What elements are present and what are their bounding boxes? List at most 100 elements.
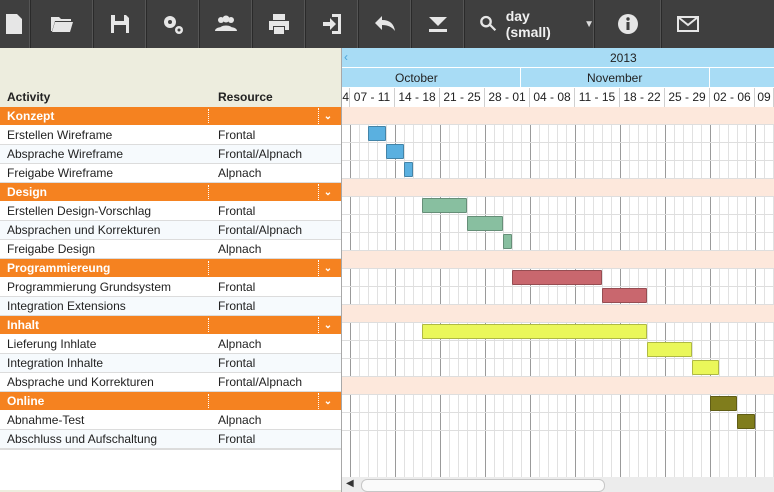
column-header-resource[interactable]: Resource — [218, 90, 273, 104]
group-row[interactable]: Konzept ⌄ — [0, 107, 341, 126]
scroll-left-arrow-icon[interactable]: ◀ — [346, 478, 354, 489]
info-icon — [618, 14, 638, 34]
task-name: Absprachen und Korrekturen — [7, 223, 161, 237]
task-name: Integration Extensions — [7, 299, 126, 313]
task-bar[interactable] — [503, 234, 512, 249]
chevron-down-icon[interactable]: ⌄ — [318, 317, 337, 333]
chevron-down-icon: ▼ — [584, 18, 594, 30]
task-name: Integration Inhalte — [7, 356, 104, 370]
chart-group-row — [342, 305, 774, 323]
task-row[interactable]: Erstellen Design-Vorschlag Frontal — [0, 202, 341, 221]
task-row[interactable]: Absprache Wireframe Frontal/Alpnach — [0, 145, 341, 164]
open-button[interactable] — [31, 0, 94, 48]
column-header-activity[interactable]: Activity — [7, 90, 50, 104]
week-label: 02 - 06 — [710, 88, 755, 107]
task-list: Konzept ⌄ Erstellen Wireframe Frontal Abspra… — [0, 107, 341, 490]
week-label: 4 — [342, 88, 350, 107]
toolbar: day (small) ▼ — [0, 0, 774, 49]
task-bar[interactable] — [602, 288, 647, 303]
gantt-chart: ‹ 2013 October November 4 07 - 11 14 - 18 2… — [342, 48, 774, 477]
task-resource: Alpnach — [218, 242, 262, 256]
undo-button[interactable] — [359, 0, 412, 48]
task-row[interactable]: Abnahme-Test Alpnach — [0, 411, 341, 430]
zoom-dropdown[interactable]: day (small) ▼ — [465, 0, 595, 48]
task-resource: Frontal — [218, 204, 256, 218]
group-name: Inhalt — [7, 318, 39, 332]
task-name: Abschluss und Aufschaltung — [7, 432, 158, 446]
undo-icon — [375, 16, 395, 31]
task-row[interactable]: Erstellen Wireframe Frontal — [0, 126, 341, 145]
group-name: Konzept — [7, 109, 55, 123]
task-row[interactable]: Integration Inhalte Frontal — [0, 354, 341, 373]
task-row[interactable]: Lieferung Inhlate Alpnach — [0, 335, 341, 354]
task-row[interactable]: Absprache und Korrekturen Frontal/Alpnach — [0, 373, 341, 392]
mail-button[interactable] — [662, 0, 714, 48]
task-row[interactable]: Programmierung Grundsystem Frontal — [0, 278, 341, 297]
week-label: 09 — [755, 88, 774, 107]
task-bar[interactable] — [647, 342, 692, 357]
month-label: November — [587, 71, 643, 85]
year-label: 2013 — [610, 51, 637, 65]
group-row[interactable]: Inhalt ⌄ — [0, 316, 341, 335]
empty-area — [0, 449, 341, 490]
task-row[interactable]: Abschluss und Aufschaltung Frontal — [0, 430, 341, 449]
settings-icon — [164, 16, 183, 34]
task-bar[interactable] — [368, 126, 386, 141]
task-resource: Frontal/Alpnach — [218, 375, 303, 389]
scrollbar-thumb[interactable] — [361, 479, 605, 492]
task-resource: Alpnach — [218, 166, 262, 180]
task-resource: Frontal/Alpnach — [218, 223, 303, 237]
chevron-down-icon[interactable]: ⌄ — [318, 184, 337, 200]
task-row[interactable]: Freigabe Wireframe Alpnach — [0, 164, 341, 183]
task-name: Absprache und Korrekturen — [7, 375, 154, 389]
task-bar[interactable] — [404, 162, 413, 177]
print-icon — [269, 14, 289, 34]
task-bar[interactable] — [422, 324, 647, 339]
task-bar[interactable] — [737, 414, 755, 429]
task-name: Freigabe Design — [7, 242, 96, 256]
task-row[interactable]: Integration Extensions Frontal — [0, 297, 341, 316]
chart-task-row — [342, 143, 774, 161]
grid-header: Activity Resource — [0, 88, 341, 107]
task-resource: Frontal — [218, 128, 256, 142]
task-row[interactable]: Freigabe Design Alpnach — [0, 240, 341, 259]
task-bar[interactable] — [692, 360, 719, 375]
group-row[interactable]: Programmiereung ⌄ — [0, 259, 341, 278]
zoom-label: day (small) — [505, 8, 551, 40]
task-bar[interactable] — [710, 396, 737, 411]
collapse-icon — [429, 17, 447, 32]
export-button[interactable] — [306, 0, 359, 48]
save-button[interactable] — [94, 0, 147, 48]
collapse-button[interactable] — [412, 0, 465, 48]
scroll-left-icon[interactable]: ‹ — [344, 50, 348, 64]
chevron-down-icon[interactable]: ⌄ — [318, 393, 337, 409]
chart-task-row — [342, 287, 774, 305]
week-label: 21 - 25 — [440, 88, 485, 107]
task-bar[interactable] — [467, 216, 503, 231]
horizontal-scrollbar[interactable]: ◀ — [342, 477, 774, 492]
task-name: Freigabe Wireframe — [7, 166, 114, 180]
info-button[interactable] — [595, 0, 662, 48]
task-name: Absprache Wireframe — [7, 147, 124, 161]
task-name: Lieferung Inhlate — [7, 337, 97, 351]
open-folder-icon — [51, 17, 73, 32]
chevron-down-icon[interactable]: ⌄ — [318, 260, 337, 276]
print-button[interactable] — [253, 0, 306, 48]
task-bar[interactable] — [386, 144, 404, 159]
task-name: Programmierung Grundsystem — [7, 280, 172, 294]
chart-task-row — [342, 413, 774, 431]
column-divider — [208, 185, 209, 199]
settings-button[interactable] — [147, 0, 200, 48]
resources-button[interactable] — [200, 0, 253, 48]
week-label: 11 - 15 — [575, 88, 620, 107]
group-name: Online — [7, 394, 45, 408]
task-row[interactable]: Absprachen und Korrekturen Frontal/Alpnac… — [0, 221, 341, 240]
week-label: 28 - 01 — [485, 88, 530, 107]
chevron-down-icon[interactable]: ⌄ — [318, 108, 337, 124]
task-bar[interactable] — [422, 198, 467, 213]
chart-group-row — [342, 107, 774, 125]
group-row[interactable]: Online ⌄ — [0, 392, 341, 411]
group-row[interactable]: Design ⌄ — [0, 183, 341, 202]
task-bar[interactable] — [512, 270, 602, 285]
new-document-button[interactable] — [0, 0, 31, 48]
